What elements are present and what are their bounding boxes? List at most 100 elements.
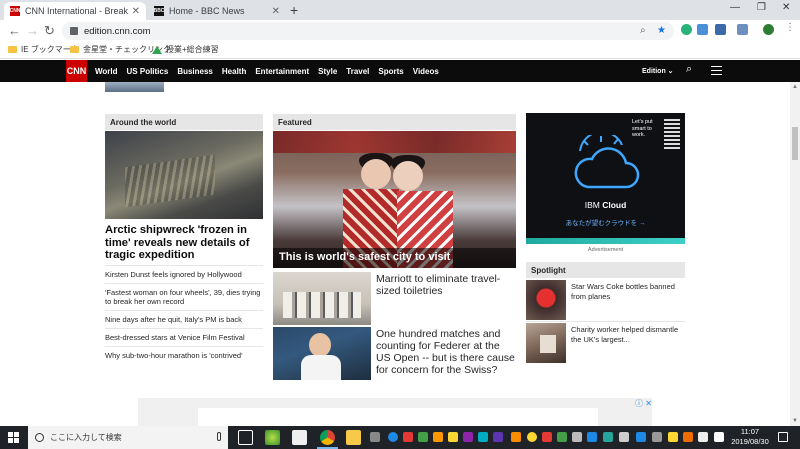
tray-icon[interactable] [388,432,398,442]
network-icon[interactable] [619,432,629,442]
tray-icon[interactable] [527,432,537,442]
tray-icon[interactable] [652,432,662,442]
nav-videos[interactable]: Videos [413,67,439,76]
story-headline[interactable]: One hundred matches and counting for Fed… [376,328,516,376]
app-icon[interactable] [265,430,280,445]
nav-travel[interactable]: Travel [346,67,369,76]
title-bar: CNN CNN International - Breaking Ne ✕ BB… [0,0,800,20]
story-headline[interactable]: Marriott to eliminate travel-sized toile… [376,273,516,297]
tray-icon[interactable] [668,432,678,442]
address-bar[interactable]: edition.cnn.com [62,22,674,40]
federer-thumbnail[interactable] [273,327,371,380]
chrome-icon[interactable] [317,430,338,449]
list-item[interactable]: 'Fastest woman on four wheels', 39, dies… [105,283,263,310]
close-window-icon[interactable]: ✕ [782,2,790,13]
extension-icon[interactable] [697,24,708,35]
profile-avatar[interactable] [763,24,774,35]
edition-selector[interactable]: Edition ⌄ [642,67,674,75]
app-icon[interactable] [292,430,307,445]
forward-icon[interactable]: → [26,23,39,39]
scroll-up-icon[interactable]: ▲ [792,84,798,90]
tray-icon[interactable] [698,432,708,442]
tray-icon[interactable] [478,432,488,442]
new-tab-button[interactable]: + [290,2,298,18]
tray-icon[interactable] [493,432,503,442]
arctic-headline[interactable]: Arctic shipwreck 'frozen in time' reveal… [105,224,263,262]
notification-icon[interactable] [778,432,788,442]
taskbar-clock[interactable]: 11:07 2019/08/30 [731,427,769,447]
tray-icon[interactable] [370,432,380,442]
minimize-icon[interactable]: — [730,2,740,13]
tray-icon[interactable] [587,432,597,442]
hamburger-menu-icon[interactable] [711,66,722,75]
extension-icon[interactable] [681,24,692,35]
bookmark-drive[interactable]: 授業+総合練習 [152,44,219,55]
ad-subtitle[interactable]: あなたが望むクラウドを → [526,217,685,227]
tab-title: CNN International - Breaking Ne [25,6,128,16]
tray-icon[interactable] [557,432,567,442]
search-icon[interactable]: ⌕ [686,63,692,76]
tray-icon[interactable] [418,432,428,442]
scroll-down-icon[interactable]: ▼ [792,418,798,424]
menu-dots-icon[interactable]: ⋮ [785,22,796,33]
story-marriott[interactable]: Marriott to eliminate travel-sized toile… [273,272,516,325]
tray-icon[interactable] [636,432,646,442]
tray-icon[interactable] [448,432,458,442]
featured-caption[interactable]: This is world's safest city to visit [273,248,516,268]
tab-bbc[interactable]: BBC Home - BBC News ✕ [148,2,286,20]
tray-icon[interactable] [683,432,693,442]
close-tab-icon[interactable]: ✕ [272,6,280,17]
bookmark-ie[interactable]: IE ブックマーク [8,44,79,55]
scrollbar-thumb[interactable] [792,127,798,160]
page-scrollbar[interactable]: ▲ ▼ [790,82,800,426]
restore-icon[interactable]: ❐ [757,2,766,13]
list-item[interactable]: Why sub-two-hour marathon is 'contrived' [105,346,263,364]
bottom-ad-banner[interactable]: ⓘ ✕ [138,398,652,426]
ibm-cloud-ad[interactable]: Let's put smart to work. IBM Cloud あなたが望… [526,113,685,244]
extension-icon[interactable] [737,24,748,35]
tray-icon[interactable] [403,432,413,442]
story-federer[interactable]: One hundred matches and counting for Fed… [273,327,516,380]
nav-sports[interactable]: Sports [378,67,403,76]
coke-bottle-thumbnail[interactable] [526,280,566,320]
nav-entertainment[interactable]: Entertainment [255,67,309,76]
nav-us-politics[interactable]: US Politics [127,67,169,76]
nav-style[interactable]: Style [318,67,337,76]
back-icon[interactable]: ← [8,23,21,39]
tray-icon[interactable] [603,432,613,442]
cnn-logo[interactable]: CNN [66,60,87,82]
toiletries-thumbnail[interactable] [273,272,371,325]
extension-icon[interactable] [715,24,726,35]
search-icon[interactable]: ⌕ [640,25,646,36]
list-item[interactable]: Kirsten Dunst feels ignored by Hollywood [105,265,263,283]
nav-business[interactable]: Business [177,67,213,76]
reload-icon[interactable]: ↻ [44,23,55,39]
nav-world[interactable]: World [95,67,118,76]
tab-cnn[interactable]: CNN CNN International - Breaking Ne ✕ [4,2,146,20]
volume-icon[interactable] [572,432,582,442]
charity-worker-thumbnail[interactable] [526,323,566,363]
ad-accent-stripe [526,238,685,244]
task-view-icon[interactable] [238,430,253,445]
bookmark-star-icon[interactable]: ★ [657,25,666,36]
taskbar-search[interactable]: ここに入力して検索 [28,426,228,449]
previous-story-image[interactable] [105,82,164,92]
nav-health[interactable]: Health [222,67,246,76]
tray-icon[interactable] [511,432,521,442]
windows-start-icon[interactable] [8,432,20,444]
file-explorer-icon[interactable] [346,430,361,445]
spotlight-headline[interactable]: Charity worker helped dismantle the UK's… [571,325,685,344]
arctic-shipwreck-photo[interactable] [105,131,263,219]
tray-icon[interactable] [542,432,552,442]
list-item[interactable]: Nine days after he quit, Italy's PM is b… [105,310,263,328]
microphone-icon[interactable] [217,432,221,441]
spotlight-item[interactable]: Charity worker helped dismantle the UK's… [526,323,685,363]
close-tab-icon[interactable]: ✕ [132,6,140,17]
tray-icon[interactable] [433,432,443,442]
spotlight-item[interactable]: Star Wars Coke bottles banned from plane… [526,280,685,320]
ime-icon[interactable] [714,432,724,442]
tray-icon[interactable] [463,432,473,442]
spotlight-headline[interactable]: Star Wars Coke bottles banned from plane… [571,282,685,301]
list-item[interactable]: Best-dressed stars at Venice Film Festiv… [105,328,263,346]
adchoices-icon[interactable]: ⓘ ✕ [635,398,652,409]
